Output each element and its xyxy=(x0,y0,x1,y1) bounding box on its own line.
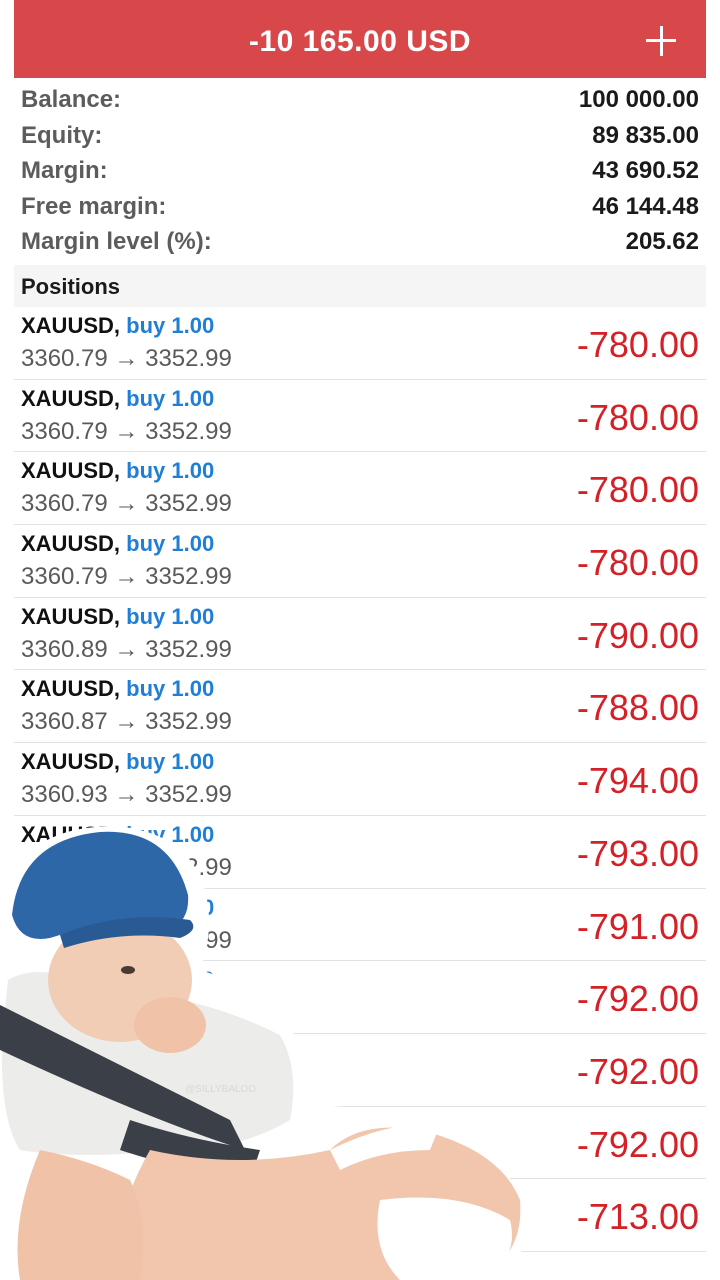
summary-row-equity: Equity: 89 835.00 xyxy=(14,118,706,154)
summary-row-free-margin: Free margin: 46 144.48 xyxy=(14,189,706,225)
trade-side-volume: buy 1.00 xyxy=(126,603,215,629)
summary-label: Margin level (%): xyxy=(21,228,212,255)
position-row[interactable]: XAUUSD, buy 1.00 3360.93 → 3352.99 -794.00 xyxy=(14,743,706,816)
symbol-label: XAUUSD, xyxy=(21,385,121,411)
position-symbol: XAUUSD, buy 1.00 xyxy=(21,676,214,702)
summary-row-balance: Balance: 100 000.00 xyxy=(14,82,706,118)
summary-row-margin: Margin: 43 690.52 xyxy=(14,153,706,189)
position-symbol: XAUUSD, buy 1.00 xyxy=(21,313,214,339)
position-profit: -792.00 xyxy=(576,978,699,1020)
symbol-label: XAUUSD, xyxy=(21,676,121,702)
symbol-label: XAUUSD, xyxy=(21,458,121,484)
plus-icon[interactable] xyxy=(646,26,676,56)
position-row[interactable]: XAUUSD, buy 1.00 3360.79 → 3352.99 -780.00 xyxy=(14,525,706,598)
summary-value: 46 144.48 xyxy=(592,192,699,220)
trade-side-volume: buy 1.00 xyxy=(126,385,215,411)
trade-side-volume: buy 1.00 xyxy=(126,749,215,775)
section-title: Positions xyxy=(21,274,121,299)
summary-label: Free margin: xyxy=(21,192,167,220)
trade-side-volume: buy 1.00 xyxy=(126,531,215,557)
position-profit: -793.00 xyxy=(576,832,699,874)
account-summary: Balance: 100 000.00 Equity: 89 835.00 Ma… xyxy=(14,82,706,260)
position-profit: -780.00 xyxy=(576,469,699,511)
symbol-label: XAUUSD, xyxy=(21,531,121,557)
position-profit: -788.00 xyxy=(576,687,699,729)
position-row[interactable]: XAUUSD, buy 1.00 3360.79 → 3352.99 -780.00 xyxy=(14,307,706,380)
open-close-prices: 3360.93 → 3352.99 xyxy=(21,781,232,809)
position-symbol: XAUUSD, buy 1.00 xyxy=(21,531,214,557)
position-row[interactable]: XAUUSD, buy 1.00 3360.79 → 3352.99 -780.00 xyxy=(14,452,706,526)
baby-sticker-image: @SILLYBALOO xyxy=(0,826,526,1280)
summary-value: 89 835.00 xyxy=(592,121,699,149)
position-profit: -780.00 xyxy=(576,324,699,365)
open-close-prices: 3360.79 → 3352.99 xyxy=(21,490,232,518)
positions-section-header: Positions xyxy=(14,265,706,307)
position-profit: -792.00 xyxy=(576,1123,699,1165)
open-close-prices: 3360.79 → 3352.99 xyxy=(21,563,232,591)
sticker-watermark: @SILLYBALOO xyxy=(185,1084,256,1095)
position-row[interactable]: XAUUSD, buy 1.00 3360.89 → 3352.99 -790.00 xyxy=(14,598,706,671)
summary-label: Margin: xyxy=(21,157,108,184)
position-symbol: XAUUSD, buy 1.00 xyxy=(21,386,214,412)
position-profit: -792.00 xyxy=(576,1050,699,1092)
header-bar: -10 165.00 USD xyxy=(14,0,706,78)
position-row[interactable]: XAUUSD, buy 1.00 3360.79 → 3352.99 -780.00 xyxy=(14,380,706,453)
floating-profit-title: -10 165.00 USD xyxy=(248,25,472,58)
summary-value: 205.62 xyxy=(625,228,699,255)
summary-value: 100 000.00 xyxy=(578,86,699,113)
open-close-prices: 3360.87 → 3352.99 xyxy=(21,708,232,736)
trade-side-volume: buy 1.00 xyxy=(126,313,215,338)
open-close-prices: 3360.79 → 3352.99 xyxy=(21,417,232,445)
trade-side-volume: buy 1.00 xyxy=(126,458,215,484)
position-profit: -794.00 xyxy=(576,760,699,802)
open-close-prices: 3360.79 → 3352.99 xyxy=(21,345,232,372)
position-row[interactable]: XAUUSD, buy 1.00 3360.87 → 3352.99 -788.00 xyxy=(14,670,706,744)
position-symbol: XAUUSD, buy 1.00 xyxy=(21,604,214,630)
summary-label: Balance: xyxy=(21,86,122,113)
summary-label: Equity: xyxy=(21,121,103,149)
symbol-label: XAUUSD, xyxy=(21,749,121,775)
position-profit: -780.00 xyxy=(576,396,699,438)
summary-row-margin-level: Margin level (%): 205.62 xyxy=(14,224,706,260)
position-profit: -780.00 xyxy=(576,542,699,584)
summary-value: 43 690.52 xyxy=(592,157,699,184)
symbol-label: XAUUSD, xyxy=(21,603,121,629)
position-profit: -713.00 xyxy=(576,1196,699,1238)
open-close-prices: 3360.89 → 3352.99 xyxy=(21,635,232,663)
position-symbol: XAUUSD, buy 1.00 xyxy=(21,458,214,484)
trade-side-volume: buy 1.00 xyxy=(126,676,215,702)
position-profit: -790.00 xyxy=(576,614,699,656)
trade-screen: -10 165.00 USD Balance: 100 000.00 Equit… xyxy=(0,0,720,1280)
symbol-label: XAUUSD, xyxy=(21,313,121,338)
position-profit: -791.00 xyxy=(576,905,699,947)
position-symbol: XAUUSD, buy 1.00 xyxy=(21,749,214,775)
